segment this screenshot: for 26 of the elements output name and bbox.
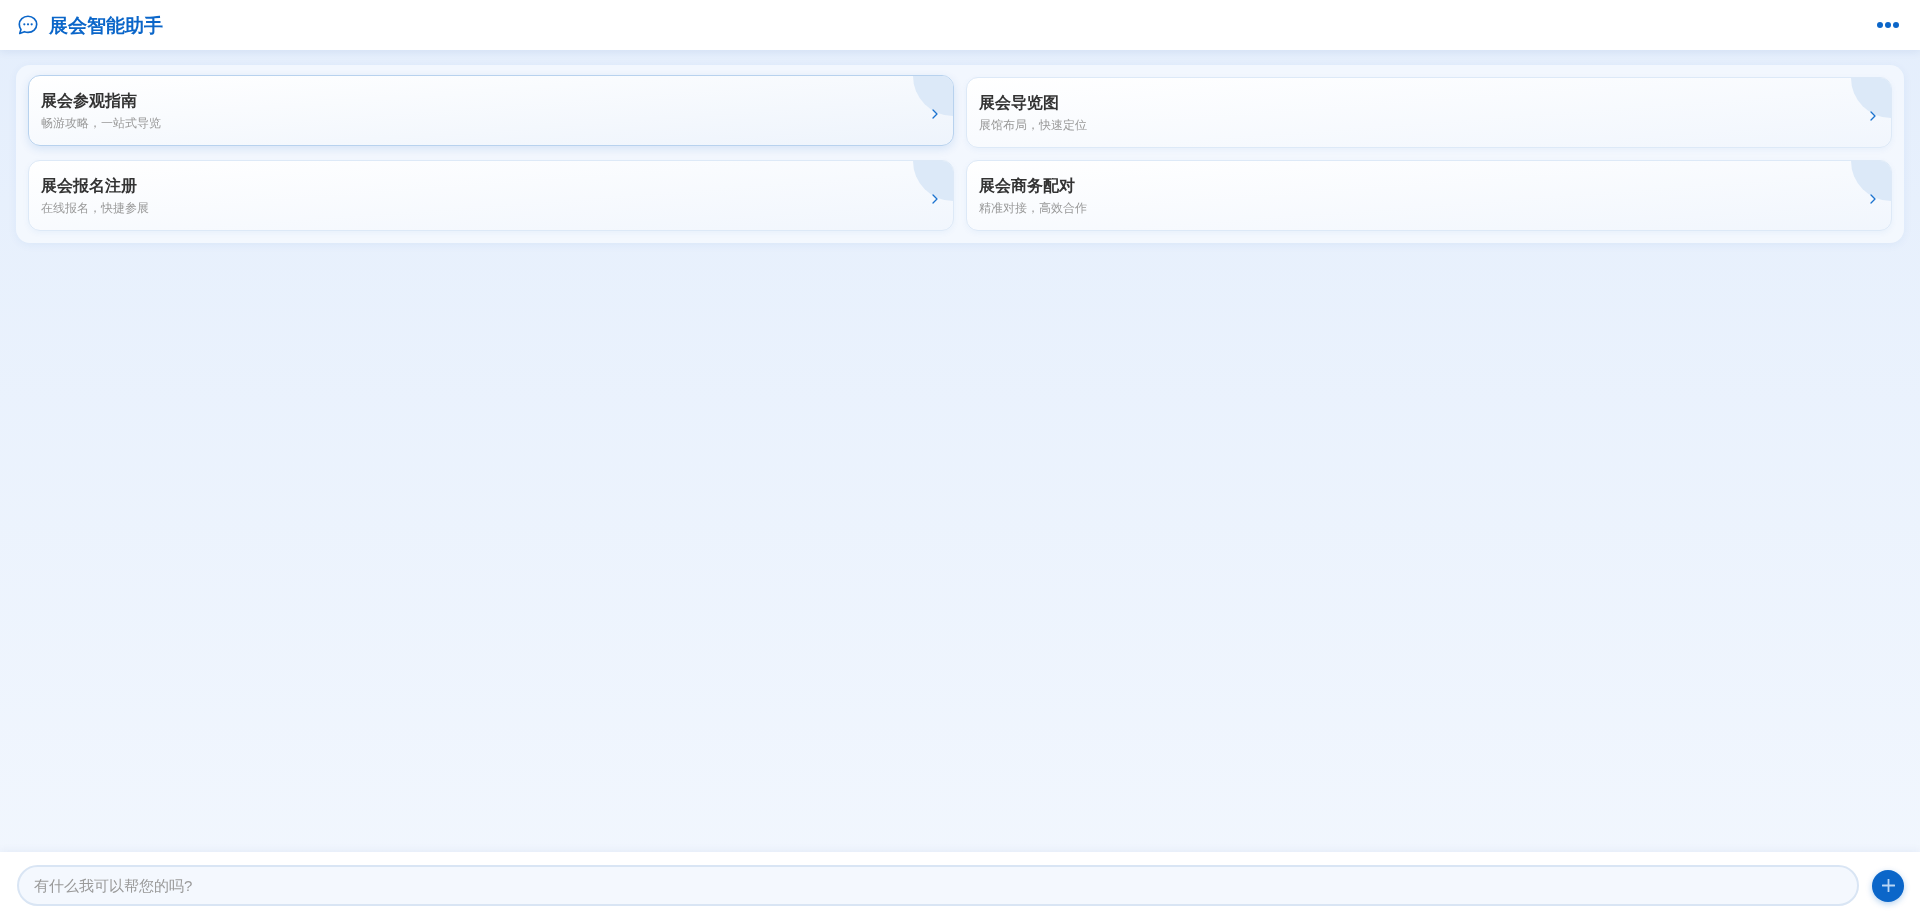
card-title: 展会报名注册 xyxy=(41,176,138,195)
chevron-right-icon xyxy=(1870,110,1876,121)
card-subtitle: 展馆布局，快速定位 xyxy=(979,117,1087,132)
card-subtitle: 精准对接，高效合作 xyxy=(979,200,1087,215)
menu-card[interactable]: 展会参观指南 畅游攻略，一站式导览 xyxy=(28,75,954,146)
add-button[interactable] xyxy=(1872,869,1904,902)
card-title: 展会导览图 xyxy=(979,93,1060,112)
chevron-right-icon xyxy=(932,108,938,119)
corner-decoration xyxy=(913,76,953,116)
menu-card[interactable]: 展会报名注册 在线报名，快捷参展 xyxy=(28,160,954,231)
plus-icon xyxy=(1881,879,1895,892)
message-input[interactable]: 有什么我可以帮您的吗? xyxy=(17,865,1859,906)
menu-card[interactable]: 展会商务配对 精准对接，高效合作 xyxy=(966,160,1892,231)
menu-card[interactable]: 展会导览图 展馆布局，快速定位 xyxy=(966,77,1892,148)
dots-icon xyxy=(1877,22,1899,28)
chevron-right-icon xyxy=(932,193,938,204)
card-title: 展会商务配对 xyxy=(979,176,1076,195)
corner-decoration xyxy=(1851,78,1891,118)
card-subtitle: 畅游攻略，一站式导览 xyxy=(41,115,161,130)
app-title: 展会智能助手 xyxy=(49,15,163,35)
card-subtitle: 在线报名，快捷参展 xyxy=(41,200,149,215)
corner-decoration xyxy=(913,161,953,201)
card-title: 展会参观指南 xyxy=(41,91,138,110)
chat-bubble-icon xyxy=(17,14,39,36)
corner-decoration xyxy=(1851,161,1891,201)
chevron-right-icon xyxy=(1870,193,1876,204)
